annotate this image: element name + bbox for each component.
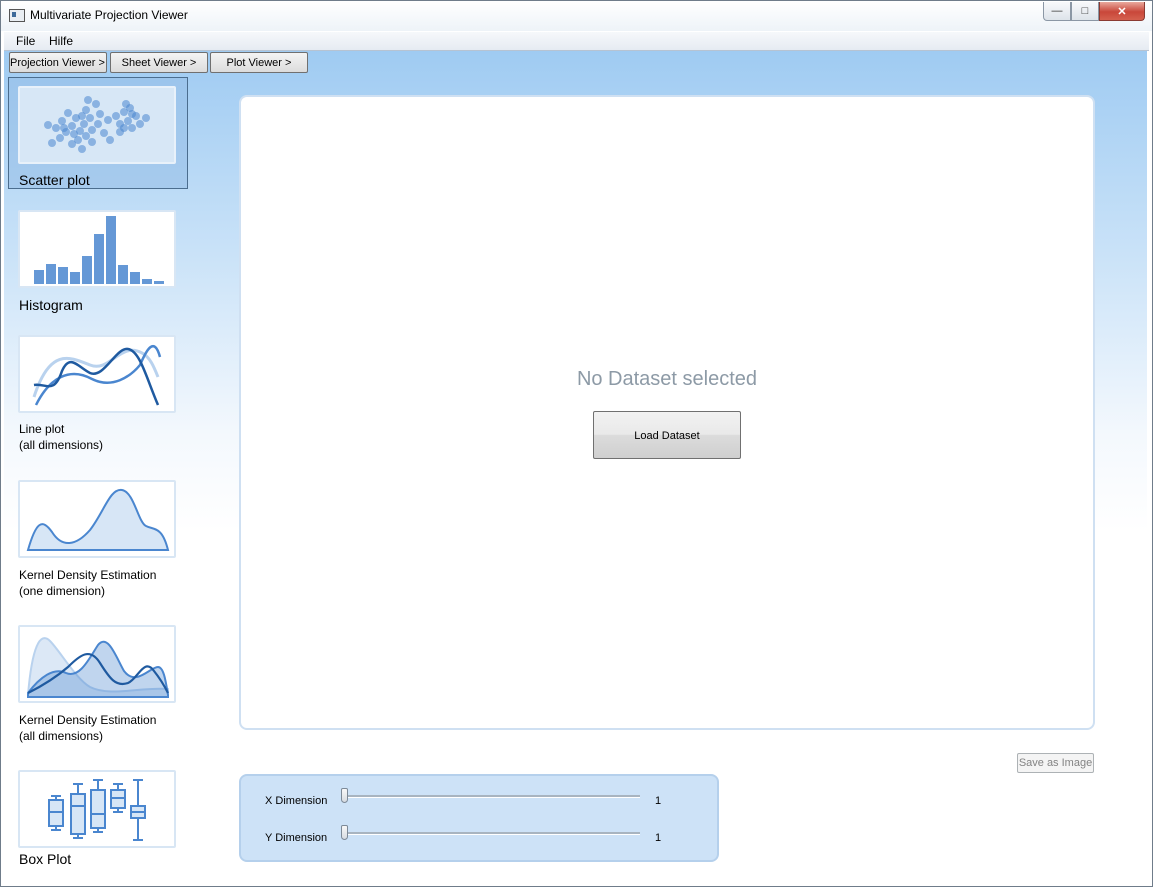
minimize-button[interactable]: — bbox=[1043, 2, 1071, 21]
scatter-plot-icon bbox=[44, 96, 150, 153]
kde-one-icon bbox=[26, 488, 170, 551]
window-title: Multivariate Projection Viewer bbox=[30, 8, 188, 22]
kde-one-label-1: Kernel Density Estimation bbox=[19, 568, 157, 582]
line-plot-icon bbox=[32, 344, 162, 406]
load-dataset-button[interactable]: Load Dataset bbox=[593, 411, 741, 459]
maximize-button[interactable]: □ bbox=[1071, 2, 1099, 21]
plot-type-kde-all-dimensions[interactable]: Kernel Density Estimation (all dimension… bbox=[8, 620, 188, 745]
box-plot-label: Box Plot bbox=[19, 851, 72, 867]
empty-state-message: No Dataset selected bbox=[576, 368, 758, 390]
close-icon: ✕ bbox=[1117, 5, 1127, 18]
kde-one-label-2: (one dimension) bbox=[19, 584, 106, 598]
app-window: Multivariate Projection Viewer — □ ✕ Fil… bbox=[0, 0, 1153, 887]
dimension-controls: X Dimension 1 Y Dimension 1 bbox=[239, 774, 719, 862]
x-dimension-value: 1 bbox=[655, 795, 662, 807]
scatter-thumbnail bbox=[18, 86, 176, 164]
plot-type-line-plot[interactable]: Line plot (all dimensions) bbox=[8, 329, 188, 454]
box-plot-icon bbox=[48, 779, 146, 841]
plot-type-box-plot[interactable]: Box Plot bbox=[8, 765, 188, 877]
sheet-viewer-button[interactable]: Sheet Viewer > bbox=[110, 52, 208, 73]
plot-type-scatter[interactable]: Scatter plot bbox=[8, 77, 188, 189]
title-bar: Multivariate Projection Viewer — □ ✕ bbox=[1, 1, 1152, 31]
kde-all-label-1: Kernel Density Estimation bbox=[19, 713, 157, 727]
histogram-icon bbox=[34, 216, 164, 284]
x-dimension-slider[interactable] bbox=[343, 795, 640, 798]
x-dimension-label: X Dimension bbox=[265, 795, 328, 807]
y-dimension-label: Y Dimension bbox=[265, 832, 328, 844]
histogram-label: Histogram bbox=[19, 297, 83, 313]
menu-file[interactable]: File bbox=[16, 34, 35, 48]
kde-one-thumbnail bbox=[18, 480, 176, 558]
kde-all-icon bbox=[27, 637, 169, 698]
plot-type-histogram[interactable]: Histogram bbox=[8, 203, 188, 318]
plot-viewer-button[interactable]: Plot Viewer > bbox=[210, 52, 308, 73]
y-dimension-slider-handle[interactable] bbox=[341, 825, 348, 840]
kde-all-thumbnail bbox=[18, 625, 176, 703]
menu-bar: File Hilfe bbox=[4, 32, 1149, 51]
main-content: Projection Viewer > Sheet Viewer > Plot … bbox=[4, 51, 1147, 879]
line-plot-label-1: Line plot bbox=[19, 422, 65, 436]
kde-all-label-2: (all dimensions) bbox=[19, 729, 104, 743]
projection-viewer-button[interactable]: Projection Viewer > bbox=[9, 52, 107, 73]
y-dimension-value: 1 bbox=[655, 832, 662, 844]
line-plot-thumbnail bbox=[18, 335, 176, 413]
x-dimension-slider-handle[interactable] bbox=[341, 788, 348, 803]
y-dimension-slider[interactable] bbox=[343, 832, 640, 835]
menu-help[interactable]: Hilfe bbox=[49, 34, 73, 48]
plot-type-kde-one-dimension[interactable]: Kernel Density Estimation (one dimension… bbox=[8, 475, 188, 600]
close-button[interactable]: ✕ bbox=[1099, 2, 1145, 21]
minimize-icon: — bbox=[1051, 5, 1063, 17]
app-window-icon bbox=[9, 9, 25, 22]
maximize-icon: □ bbox=[1081, 5, 1089, 17]
line-plot-label-2: (all dimensions) bbox=[19, 438, 104, 452]
histogram-thumbnail bbox=[18, 210, 176, 288]
plot-panel: No Dataset selected Load Dataset bbox=[239, 95, 1095, 730]
box-plot-thumbnail bbox=[18, 770, 176, 848]
save-as-image-button[interactable]: Save as Image bbox=[1017, 753, 1094, 773]
scatter-label: Scatter plot bbox=[19, 172, 90, 188]
